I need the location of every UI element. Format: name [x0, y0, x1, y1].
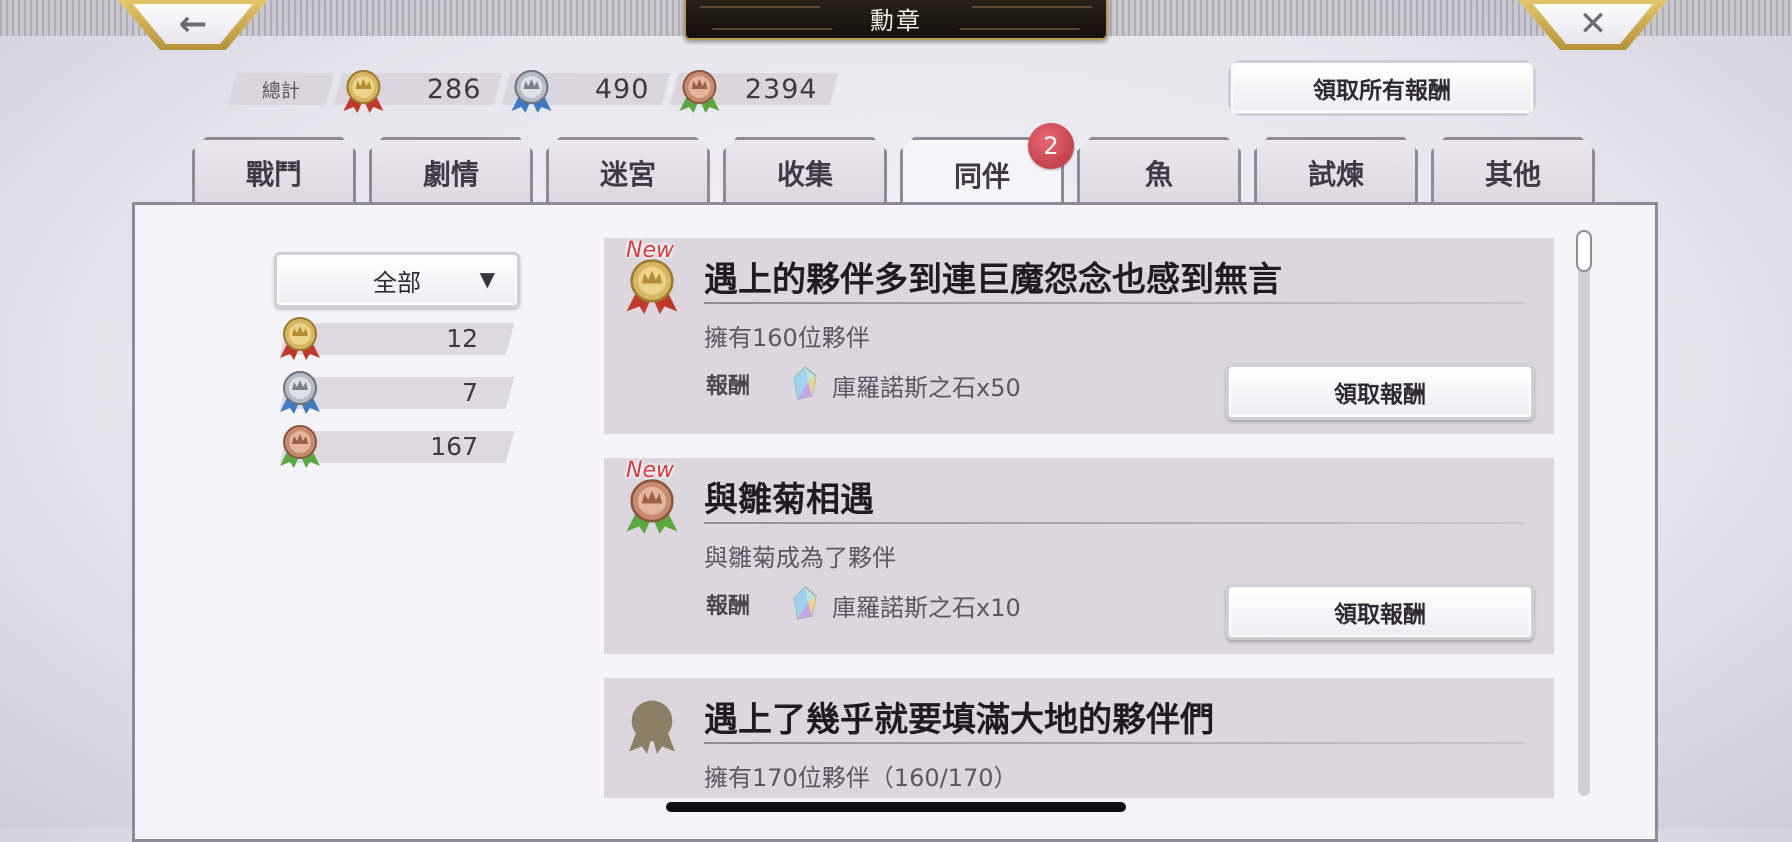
achievement-title: 與雛菊相遇: [704, 480, 874, 520]
bronze-medal-icon: [624, 474, 680, 538]
tab-notification-badge: 2: [1028, 123, 1074, 169]
gold-stat-count: 12: [446, 324, 478, 353]
totals-label: 總計: [261, 79, 300, 102]
stat-row-gold: 12: [278, 317, 515, 360]
filter-selected-value: 全部: [373, 268, 421, 297]
tab-fish[interactable]: 魚: [1077, 137, 1241, 205]
bronze-total: 2394: [669, 70, 839, 113]
silver-medal-icon: [278, 368, 322, 416]
bronze-total-count: 2394: [745, 73, 818, 105]
achievement-title: 遇上的夥伴多到連巨魔怨念也感到無言: [704, 260, 1282, 300]
reward-value: 庫羅諾斯之石x50: [832, 374, 1021, 402]
tab-other[interactable]: 其他: [1431, 137, 1595, 205]
claim-all-rewards-button[interactable]: 領取所有報酬: [1228, 60, 1536, 116]
achievement-card: 遇上了幾乎就要填滿大地的夥伴們 擁有170位夥伴（160/170）: [604, 678, 1554, 798]
tab-collection[interactable]: 收集: [723, 137, 887, 205]
gold-medal-icon: [341, 67, 385, 115]
achievement-card: New 與雛菊相遇 與雛菊成為了夥伴 報酬 庫羅諾斯之石x10 領取報酬: [604, 458, 1554, 654]
tab-story[interactable]: 劇情: [369, 137, 533, 205]
back-button[interactable]: ←: [118, 0, 268, 50]
medal-stats: 12 7 167: [278, 317, 515, 482]
medal-filter-dropdown[interactable]: 全部 ▼: [274, 252, 520, 308]
reward-label: 報酬: [706, 374, 751, 399]
achievement-description: 擁有170位夥伴（160/170）: [704, 764, 1018, 792]
gold-total-count: 286: [427, 73, 482, 105]
silver-medal-icon: [509, 67, 553, 115]
chevron-down-icon: ▼: [479, 267, 495, 291]
claim-reward-button[interactable]: 領取報酬: [1226, 584, 1534, 640]
achievement-title: 遇上了幾乎就要填滿大地的夥伴們: [704, 700, 1214, 740]
close-button[interactable]: ✕: [1518, 0, 1668, 50]
chronos-stone-icon: [793, 586, 817, 620]
stat-row-bronze: 167: [278, 425, 515, 468]
gold-medal-icon: [624, 254, 680, 318]
title-ornament-left: [699, 6, 833, 30]
back-arrow-icon: ←: [178, 4, 208, 44]
totals-label-pill: 總計: [227, 73, 335, 105]
achievement-description: 擁有160位夥伴: [704, 324, 870, 352]
scrollbar-thumb[interactable]: [1576, 230, 1592, 272]
page-title: 勳章: [870, 6, 922, 35]
tab-battle[interactable]: 戰鬥: [192, 137, 356, 205]
divider: [704, 742, 1524, 744]
bronze-medal-icon: [278, 422, 322, 470]
claim-reward-button[interactable]: 領取報酬: [1226, 364, 1534, 420]
title-ornament-right: [959, 6, 1093, 30]
divider: [704, 302, 1524, 304]
achievement-list[interactable]: New 遇上的夥伴多到連巨魔怨念也感到無言 擁有160位夥伴 報酬 庫羅諾斯之石…: [604, 238, 1554, 798]
bronze-stat-count: 167: [430, 432, 478, 461]
locked-medal-icon: [624, 694, 680, 758]
gold-total: 286: [333, 70, 503, 113]
stat-row-silver: 7: [278, 371, 515, 414]
reward-value: 庫羅諾斯之石x10: [832, 594, 1021, 622]
chronos-stone-icon: [793, 366, 817, 400]
new-badge: New: [626, 458, 674, 483]
reward-label: 報酬: [706, 594, 751, 619]
new-badge: New: [626, 238, 674, 263]
close-icon: ✕: [1578, 4, 1608, 44]
tab-dungeon[interactable]: 迷宮: [546, 137, 710, 205]
silver-stat-count: 7: [462, 378, 478, 407]
divider: [704, 522, 1524, 524]
silver-total: 490: [501, 70, 671, 113]
silver-total-count: 490: [595, 73, 650, 105]
tab-trials[interactable]: 試煉: [1254, 137, 1418, 205]
achievement-card: New 遇上的夥伴多到連巨魔怨念也感到無言 擁有160位夥伴 報酬 庫羅諾斯之石…: [604, 238, 1554, 434]
achievement-description: 與雛菊成為了夥伴: [704, 544, 896, 572]
home-indicator[interactable]: [666, 802, 1126, 812]
medal-totals: 總計 286 490 2394: [227, 70, 842, 113]
list-scrollbar[interactable]: [1578, 230, 1590, 796]
bronze-medal-icon: [677, 67, 721, 115]
gold-medal-icon: [278, 314, 322, 362]
title-plate: 勳章: [684, 0, 1108, 40]
